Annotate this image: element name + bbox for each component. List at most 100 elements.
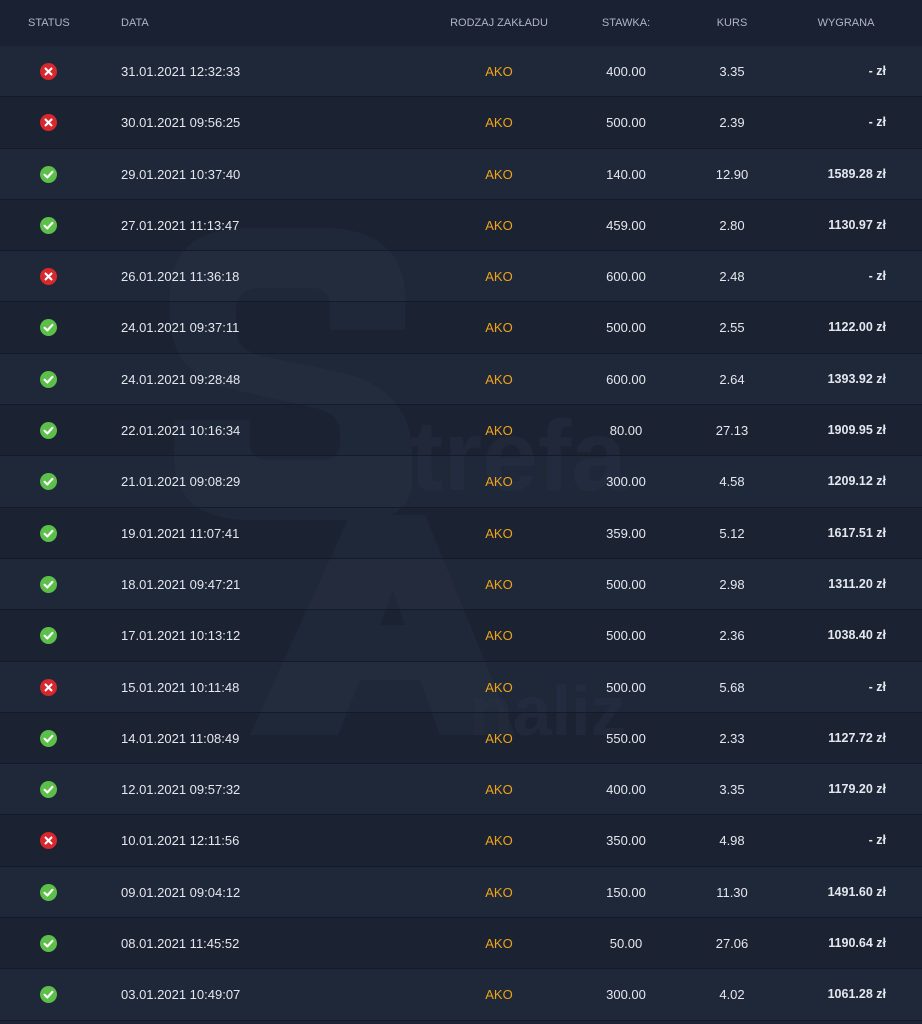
bet-type-cell: AKO (485, 166, 513, 182)
winnings-cell: 1038.40 zł (827, 628, 886, 643)
bet-type-cell: AKO (485, 423, 513, 439)
odds-cell: 2.36 (719, 628, 745, 644)
table-row[interactable]: 24.01.2021 09:37:11 AKO 500.00 2.55 1122.00 … (0, 302, 922, 355)
stake-cell: 140.00 (606, 166, 646, 182)
odds-cell: 2.39 (719, 115, 745, 131)
date-cell: 26.01.2021 11:36:18 (121, 269, 240, 285)
date-cell: 14.01.2021 11:08:49 (121, 730, 240, 746)
odds-cell: 4.02 (719, 987, 745, 1003)
status-cell (38, 200, 60, 251)
check-circle-icon (40, 165, 57, 183)
table-row[interactable]: 15.01.2021 10:11:48 AKO 500.00 5.68 - zł (0, 661, 922, 714)
header-winnings[interactable]: WYGRANA (796, 0, 896, 46)
date-cell: 24.01.2021 09:37:11 (121, 320, 240, 336)
check-circle-icon (40, 422, 57, 440)
table-row[interactable]: 12.01.2021 09:57:32 AKO 400.00 3.35 1179.20 … (0, 764, 922, 816)
status-cell (38, 405, 60, 456)
date-cell: 29.01.2021 10:37:40 (121, 166, 241, 182)
bet-type-cell: AKO (485, 320, 513, 336)
x-circle-icon (40, 268, 57, 286)
table-row[interactable]: 27.01.2021 11:13:47 AKO 459.00 2.80 1130.97 … (0, 199, 922, 252)
odds-cell: 5.12 (719, 525, 745, 541)
winnings-cell: 1122.00 zł (828, 320, 886, 335)
winnings-cell: 1589.28 zł (827, 166, 886, 181)
winnings-cell: - zł (868, 679, 886, 694)
status-cell (38, 662, 60, 713)
stake-cell: 300.00 (606, 987, 646, 1003)
bet-type-cell: AKO (485, 730, 513, 746)
odds-cell: 2.80 (719, 217, 745, 233)
header-odds[interactable]: KURS (682, 0, 782, 46)
date-cell: 27.01.2021 11:13:47 (121, 217, 240, 233)
stake-cell: 600.00 (606, 269, 646, 285)
odds-cell: 3.35 (719, 782, 745, 798)
bet-type-cell: AKO (485, 833, 513, 849)
winnings-cell: 1909.95 zł (827, 423, 886, 438)
bet-type-cell: AKO (485, 884, 513, 900)
winnings-cell: - zł (868, 269, 886, 284)
winnings-cell: - zł (868, 833, 886, 848)
winnings-cell: 1311.20 zł (828, 576, 886, 591)
date-cell: 15.01.2021 10:11:48 (121, 679, 240, 695)
check-circle-icon (40, 729, 57, 747)
check-circle-icon (40, 935, 57, 953)
odds-cell: 2.64 (719, 371, 745, 387)
x-circle-icon (40, 678, 57, 696)
check-circle-icon (40, 473, 57, 491)
stake-cell: 500.00 (606, 115, 646, 131)
status-cell (38, 97, 60, 148)
check-circle-icon (40, 883, 57, 901)
stake-cell: 400.00 (606, 782, 646, 798)
table-row[interactable]: 26.01.2021 11:36:18 AKO 600.00 2.48 - zł (0, 251, 922, 303)
date-cell: 10.01.2021 12:11:56 (121, 833, 240, 849)
table-row[interactable]: 24.01.2021 09:28:48 AKO 600.00 2.64 1393.92 … (0, 353, 922, 406)
table-row[interactable]: 17.01.2021 10:13:12 AKO 500.00 2.36 1038.40 … (0, 610, 922, 662)
date-cell: 22.01.2021 10:16:34 (121, 423, 241, 439)
header-stake[interactable]: STAWKA: (576, 0, 676, 46)
status-cell (38, 918, 60, 969)
check-circle-icon (40, 319, 57, 337)
table-row[interactable]: 21.01.2021 09:08:29 AKO 300.00 4.58 1209.12 … (0, 456, 922, 508)
odds-cell: 27.06 (715, 936, 749, 952)
check-circle-icon (40, 370, 57, 388)
bet-type-cell: AKO (485, 679, 513, 695)
winnings-cell: - zł (868, 115, 886, 130)
status-cell (38, 815, 60, 866)
table-row[interactable]: 18.01.2021 09:47:21 AKO 500.00 2.98 1311.20 … (0, 558, 922, 611)
table-row[interactable]: 31.01.2021 12:32:33 AKO 400.00 3.35 - zł (0, 46, 922, 98)
check-circle-icon (40, 781, 57, 799)
stake-cell: 150.00 (606, 884, 646, 900)
stake-cell: 300.00 (606, 474, 646, 490)
table-row[interactable]: 30.01.2021 09:56:25 AKO 500.00 2.39 - zł (0, 97, 922, 149)
bet-type-cell: AKO (485, 371, 513, 387)
date-cell: 19.01.2021 11:07:41 (121, 525, 240, 541)
status-cell (38, 354, 60, 405)
table-row[interactable]: 03.01.2021 10:49:07 AKO 300.00 4.02 1061.28 … (0, 969, 922, 1021)
table-row[interactable]: 14.01.2021 11:08:49 AKO 550.00 2.33 1127.72 … (0, 712, 922, 765)
table-row[interactable]: 19.01.2021 11:07:41 AKO 359.00 5.12 1617.51 … (0, 507, 922, 560)
stake-cell: 80.00 (609, 423, 643, 439)
table-row[interactable]: 08.01.2021 11:45:52 AKO 50.00 27.06 1190.64 … (0, 918, 922, 970)
header-status[interactable]: STATUS (28, 0, 70, 46)
date-cell: 09.01.2021 09:04:12 (121, 884, 241, 900)
header-date[interactable]: DATA (121, 0, 149, 46)
check-circle-icon (40, 575, 57, 593)
stake-cell: 500.00 (606, 320, 646, 336)
winnings-cell: 1061.28 zł (827, 987, 886, 1002)
date-cell: 12.01.2021 09:57:32 (121, 782, 241, 798)
date-cell: 03.01.2021 10:49:07 (121, 987, 241, 1003)
x-circle-icon (40, 832, 57, 850)
header-bet-type[interactable]: RODZAJ ZAKŁADU (449, 0, 549, 46)
stake-cell: 50.00 (609, 936, 643, 952)
table-row[interactable]: 29.01.2021 10:37:40 AKO 140.00 12.90 1589.28… (0, 148, 922, 201)
bet-type-cell: AKO (485, 217, 513, 233)
odds-cell: 2.98 (719, 576, 745, 592)
table-row[interactable]: 22.01.2021 10:16:34 AKO 80.00 27.13 1909.95 … (0, 405, 922, 457)
x-circle-icon (40, 63, 57, 80)
stake-cell: 500.00 (606, 628, 646, 644)
status-cell (38, 969, 60, 1020)
check-circle-icon (40, 986, 57, 1004)
table-row[interactable]: 10.01.2021 12:11:56 AKO 350.00 4.98 - zł (0, 815, 922, 868)
table-row[interactable]: 09.01.2021 09:04:12 AKO 150.00 11.30 1491.60… (0, 866, 922, 919)
date-cell: 30.01.2021 09:56:25 (121, 115, 241, 131)
